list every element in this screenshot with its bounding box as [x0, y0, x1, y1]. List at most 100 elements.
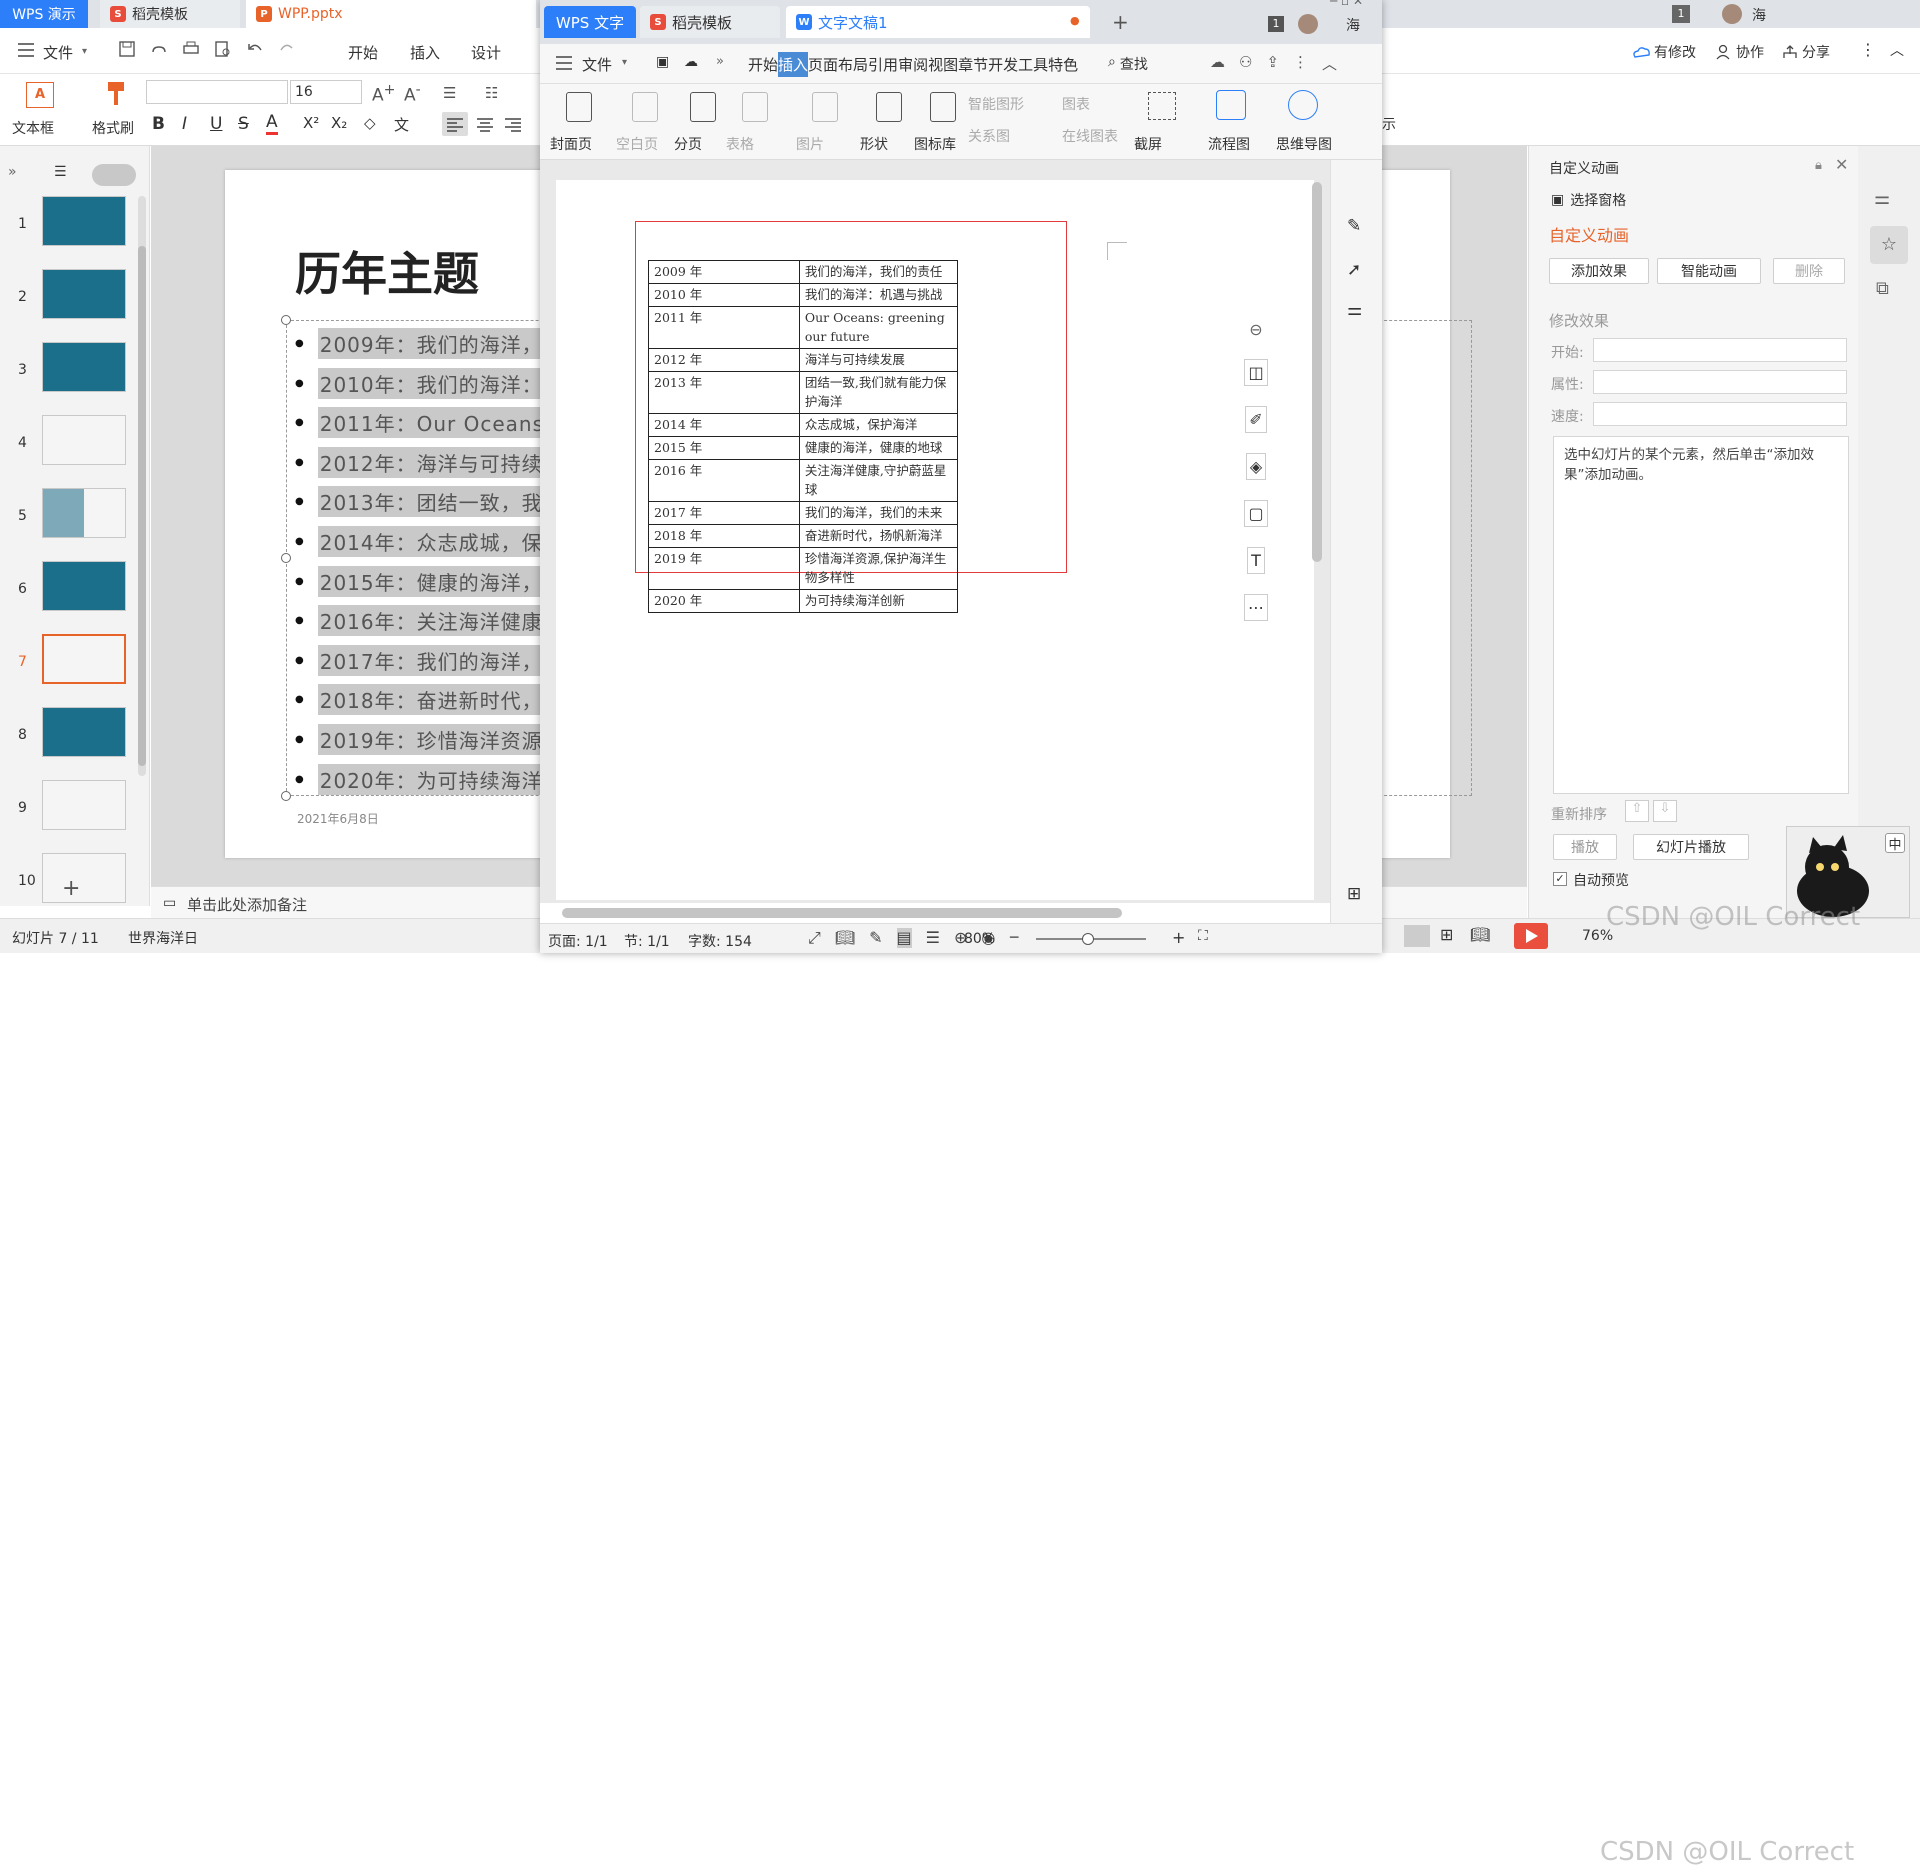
numbered-list-icon[interactable]: ☷ — [485, 84, 498, 102]
undo-icon[interactable] — [246, 40, 264, 58]
tab-wpp-pptx[interactable]: P WPP.pptx — [246, 0, 536, 28]
year-cell[interactable]: 2014 年 — [648, 413, 800, 437]
selection-pane-button[interactable]: ▣ 选择窗格 — [1551, 190, 1626, 210]
slide-thumbnail[interactable] — [42, 196, 126, 246]
add-effect-button[interactable]: 添加效果 — [1549, 258, 1649, 284]
play-slideshow-button[interactable] — [1514, 923, 1548, 949]
document-page[interactable]: 2009 年我们的海洋，我们的责任 2010 年我们的海洋：机遇与挑战 2011 年… — [556, 180, 1314, 900]
superscript-icon[interactable]: X² — [303, 114, 319, 132]
chevron-down-icon[interactable]: ▾ — [82, 46, 87, 57]
flowchart-label[interactable]: 流程图 — [1208, 134, 1250, 154]
table-row[interactable]: 2018 年奋进新时代，扬帆新海洋 — [648, 524, 959, 548]
bullet-item[interactable]: ● 2010年：我们的海洋： — [295, 367, 545, 399]
theme-cell[interactable]: 健康的海洋，健康的地球 — [798, 436, 959, 460]
text-wrap-icon[interactable]: T — [1247, 547, 1265, 574]
bullet-item[interactable]: ● 2015年：健康的海洋， — [295, 565, 545, 597]
ribbon-button-label[interactable]: 封面页 — [550, 134, 592, 154]
start-select[interactable] — [1593, 338, 1847, 362]
table-row[interactable]: 2019 年珍惜海洋资源,保护海洋生物多样性 — [648, 547, 959, 590]
chevron-down-icon[interactable]: ▾ — [622, 57, 627, 68]
theme-cell[interactable]: Our Oceans: greening our future — [798, 306, 959, 349]
zoom-level[interactable]: 80% — [964, 931, 995, 947]
animation-list[interactable]: 选中幻灯片的某个元素，然后单击“添加效果”添加动画。 — [1553, 436, 1849, 794]
more-icon[interactable]: ⋮ — [1293, 53, 1308, 74]
slide-thumbnail[interactable] — [42, 561, 126, 611]
vertical-scrollbar[interactable] — [1312, 172, 1322, 752]
textbox-icon[interactable]: A — [26, 82, 54, 108]
mindmap-icon[interactable] — [1288, 90, 1318, 120]
writer-menu-tab[interactable]: 审阅 — [898, 52, 928, 77]
strikethrough-button[interactable]: S — [238, 114, 249, 134]
year-cell[interactable]: 2011 年 — [648, 306, 800, 349]
table-row[interactable]: 2014 年众志成城，保护海洋 — [648, 413, 959, 437]
cloud-save-icon[interactable] — [150, 40, 168, 58]
table-row[interactable]: 2010 年我们的海洋：机遇与挑战 — [648, 283, 959, 307]
slide-thumbnail[interactable] — [42, 415, 126, 465]
table-row[interactable]: 2017 年我们的海洋，我们的未来 — [648, 501, 959, 525]
mindmap-label[interactable]: 思维导图 — [1276, 134, 1332, 154]
layers-icon[interactable]: ◫ — [1244, 359, 1268, 386]
speed-select[interactable] — [1593, 402, 1847, 426]
brush-icon[interactable]: ✐ — [1245, 406, 1267, 433]
theme-cell[interactable]: 关注海洋健康,守护蔚蓝星球 — [798, 459, 959, 502]
year-cell[interactable]: 2012 年 — [648, 348, 800, 372]
shrink-font-icon[interactable]: A- — [404, 82, 421, 106]
delete-button[interactable]: 删除 — [1773, 258, 1845, 284]
tab-docer-templates[interactable]: S 稻壳模板 — [100, 0, 240, 28]
slide-thumbnail[interactable] — [42, 634, 126, 684]
slide-thumbnail[interactable] — [42, 269, 126, 319]
theme-cell[interactable]: 奋进新时代，扬帆新海洋 — [798, 524, 959, 548]
show-menu-partial[interactable]: 示 — [1382, 114, 1396, 134]
pane-title[interactable]: 自定义动画 — [1549, 158, 1619, 178]
save-icon[interactable]: ▣ — [656, 54, 669, 70]
slide-thumbnail[interactable] — [42, 707, 126, 757]
fullscreen-icon[interactable]: ⤢ — [808, 928, 821, 948]
year-cell[interactable]: 2018 年 — [648, 524, 800, 548]
ribbon-button-label[interactable]: 图标库 — [914, 134, 956, 154]
page-view-icon[interactable]: ▤ — [896, 928, 912, 948]
grid-apps-icon[interactable]: ⊞ — [1347, 884, 1361, 904]
avatar[interactable] — [1722, 4, 1742, 24]
year-cell[interactable]: 2016 年 — [648, 459, 800, 502]
tab-document1[interactable]: W 文字文稿1 ● — [786, 6, 1090, 38]
theme-cell[interactable]: 我们的海洋：机遇与挑战 — [798, 283, 959, 307]
add-slide-icon[interactable]: + — [62, 876, 80, 901]
align-right-icon[interactable] — [500, 112, 526, 136]
share-button[interactable]: 分享 — [1782, 42, 1830, 62]
slide-thumbnail[interactable] — [42, 853, 126, 903]
pen-icon[interactable]: ✎ — [1347, 216, 1361, 236]
clear-format-icon[interactable]: ◇ — [364, 114, 376, 132]
table-row[interactable]: 2016 年关注海洋健康,守护蔚蓝星球 — [648, 459, 959, 502]
settings-sliders-icon[interactable]: ⚌ — [1347, 300, 1362, 320]
writer-menu-tab[interactable]: 开始 — [748, 52, 778, 77]
resize-handle[interactable] — [281, 315, 291, 325]
slideshow-button[interactable]: 幻灯片播放 — [1633, 834, 1749, 860]
pointer-icon[interactable]: ➚ — [1347, 260, 1361, 280]
move-up-icon[interactable]: ⇧ — [1625, 800, 1649, 822]
ribbon-button-label[interactable]: 形状 — [860, 134, 888, 154]
year-cell[interactable]: 2015 年 — [648, 436, 800, 460]
play-button[interactable]: 播放 — [1553, 834, 1617, 860]
slide-view-toggle[interactable] — [92, 164, 136, 186]
save-icon[interactable] — [118, 40, 136, 58]
subscript-icon[interactable]: X₂ — [331, 114, 347, 132]
theme-cell[interactable]: 为可持续海洋创新 — [798, 589, 959, 613]
resize-handle[interactable] — [281, 553, 291, 563]
collapse-ribbon-icon[interactable]: ︿ — [1322, 53, 1337, 74]
writer-menu-tab[interactable]: 开发工具 — [988, 52, 1048, 77]
relation-chart-button[interactable]: 关系图 — [968, 126, 1010, 146]
table-row[interactable]: 2020 年为可持续海洋创新 — [648, 589, 959, 613]
year-cell[interactable]: 2019 年 — [648, 547, 800, 590]
collaborate-button[interactable]: 协作 — [1716, 42, 1764, 62]
table-row[interactable]: 2013 年团结一致,我们就有能力保护海洋 — [648, 371, 959, 414]
fill-icon[interactable]: ◈ — [1245, 453, 1267, 480]
menu-file[interactable]: 文件 — [582, 54, 612, 75]
theme-cell[interactable]: 我们的海洋，我们的未来 — [798, 501, 959, 525]
more-icon[interactable]: ⋯ — [1244, 594, 1268, 621]
theme-cell[interactable]: 团结一致,我们就有能力保护海洋 — [798, 371, 959, 414]
ribbon-button-label[interactable]: 分页 — [674, 134, 702, 154]
read-mode-icon[interactable]: 📖︎ — [835, 928, 855, 948]
smart-animation-button[interactable]: 智能动画 — [1657, 258, 1761, 284]
cloud-sync-icon[interactable]: ☁︎ — [1210, 53, 1225, 74]
slide-thumbnail[interactable] — [42, 342, 126, 392]
